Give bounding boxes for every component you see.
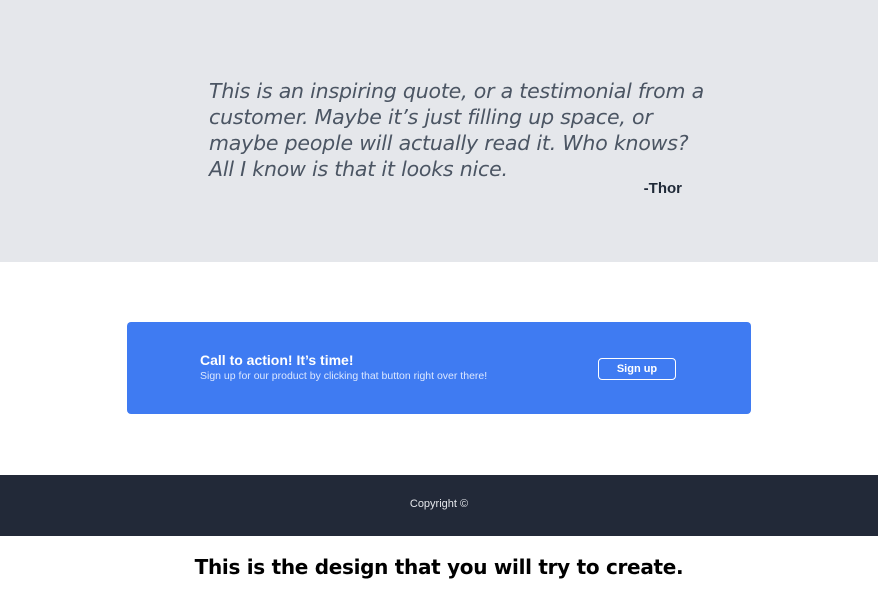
sign-up-button[interactable]: Sign up: [598, 358, 676, 380]
design-caption: This is the design that you will try to …: [194, 555, 684, 579]
cta-heading: Call to action! It’s time!: [200, 352, 354, 368]
page-footer: Copyright ©: [0, 475, 878, 536]
copyright-text: Copyright ©: [409, 498, 469, 510]
testimonial-author: -Thor: [643, 180, 682, 197]
call-to-action-card: Call to action! It’s time! Sign up for o…: [127, 322, 751, 414]
testimonial-section: This is an inspiring quote, or a testimo…: [0, 0, 878, 262]
cta-subtext: Sign up for our product by clicking that…: [200, 370, 488, 382]
testimonial-quote: This is an inspiring quote, or a testimo…: [209, 79, 704, 181]
